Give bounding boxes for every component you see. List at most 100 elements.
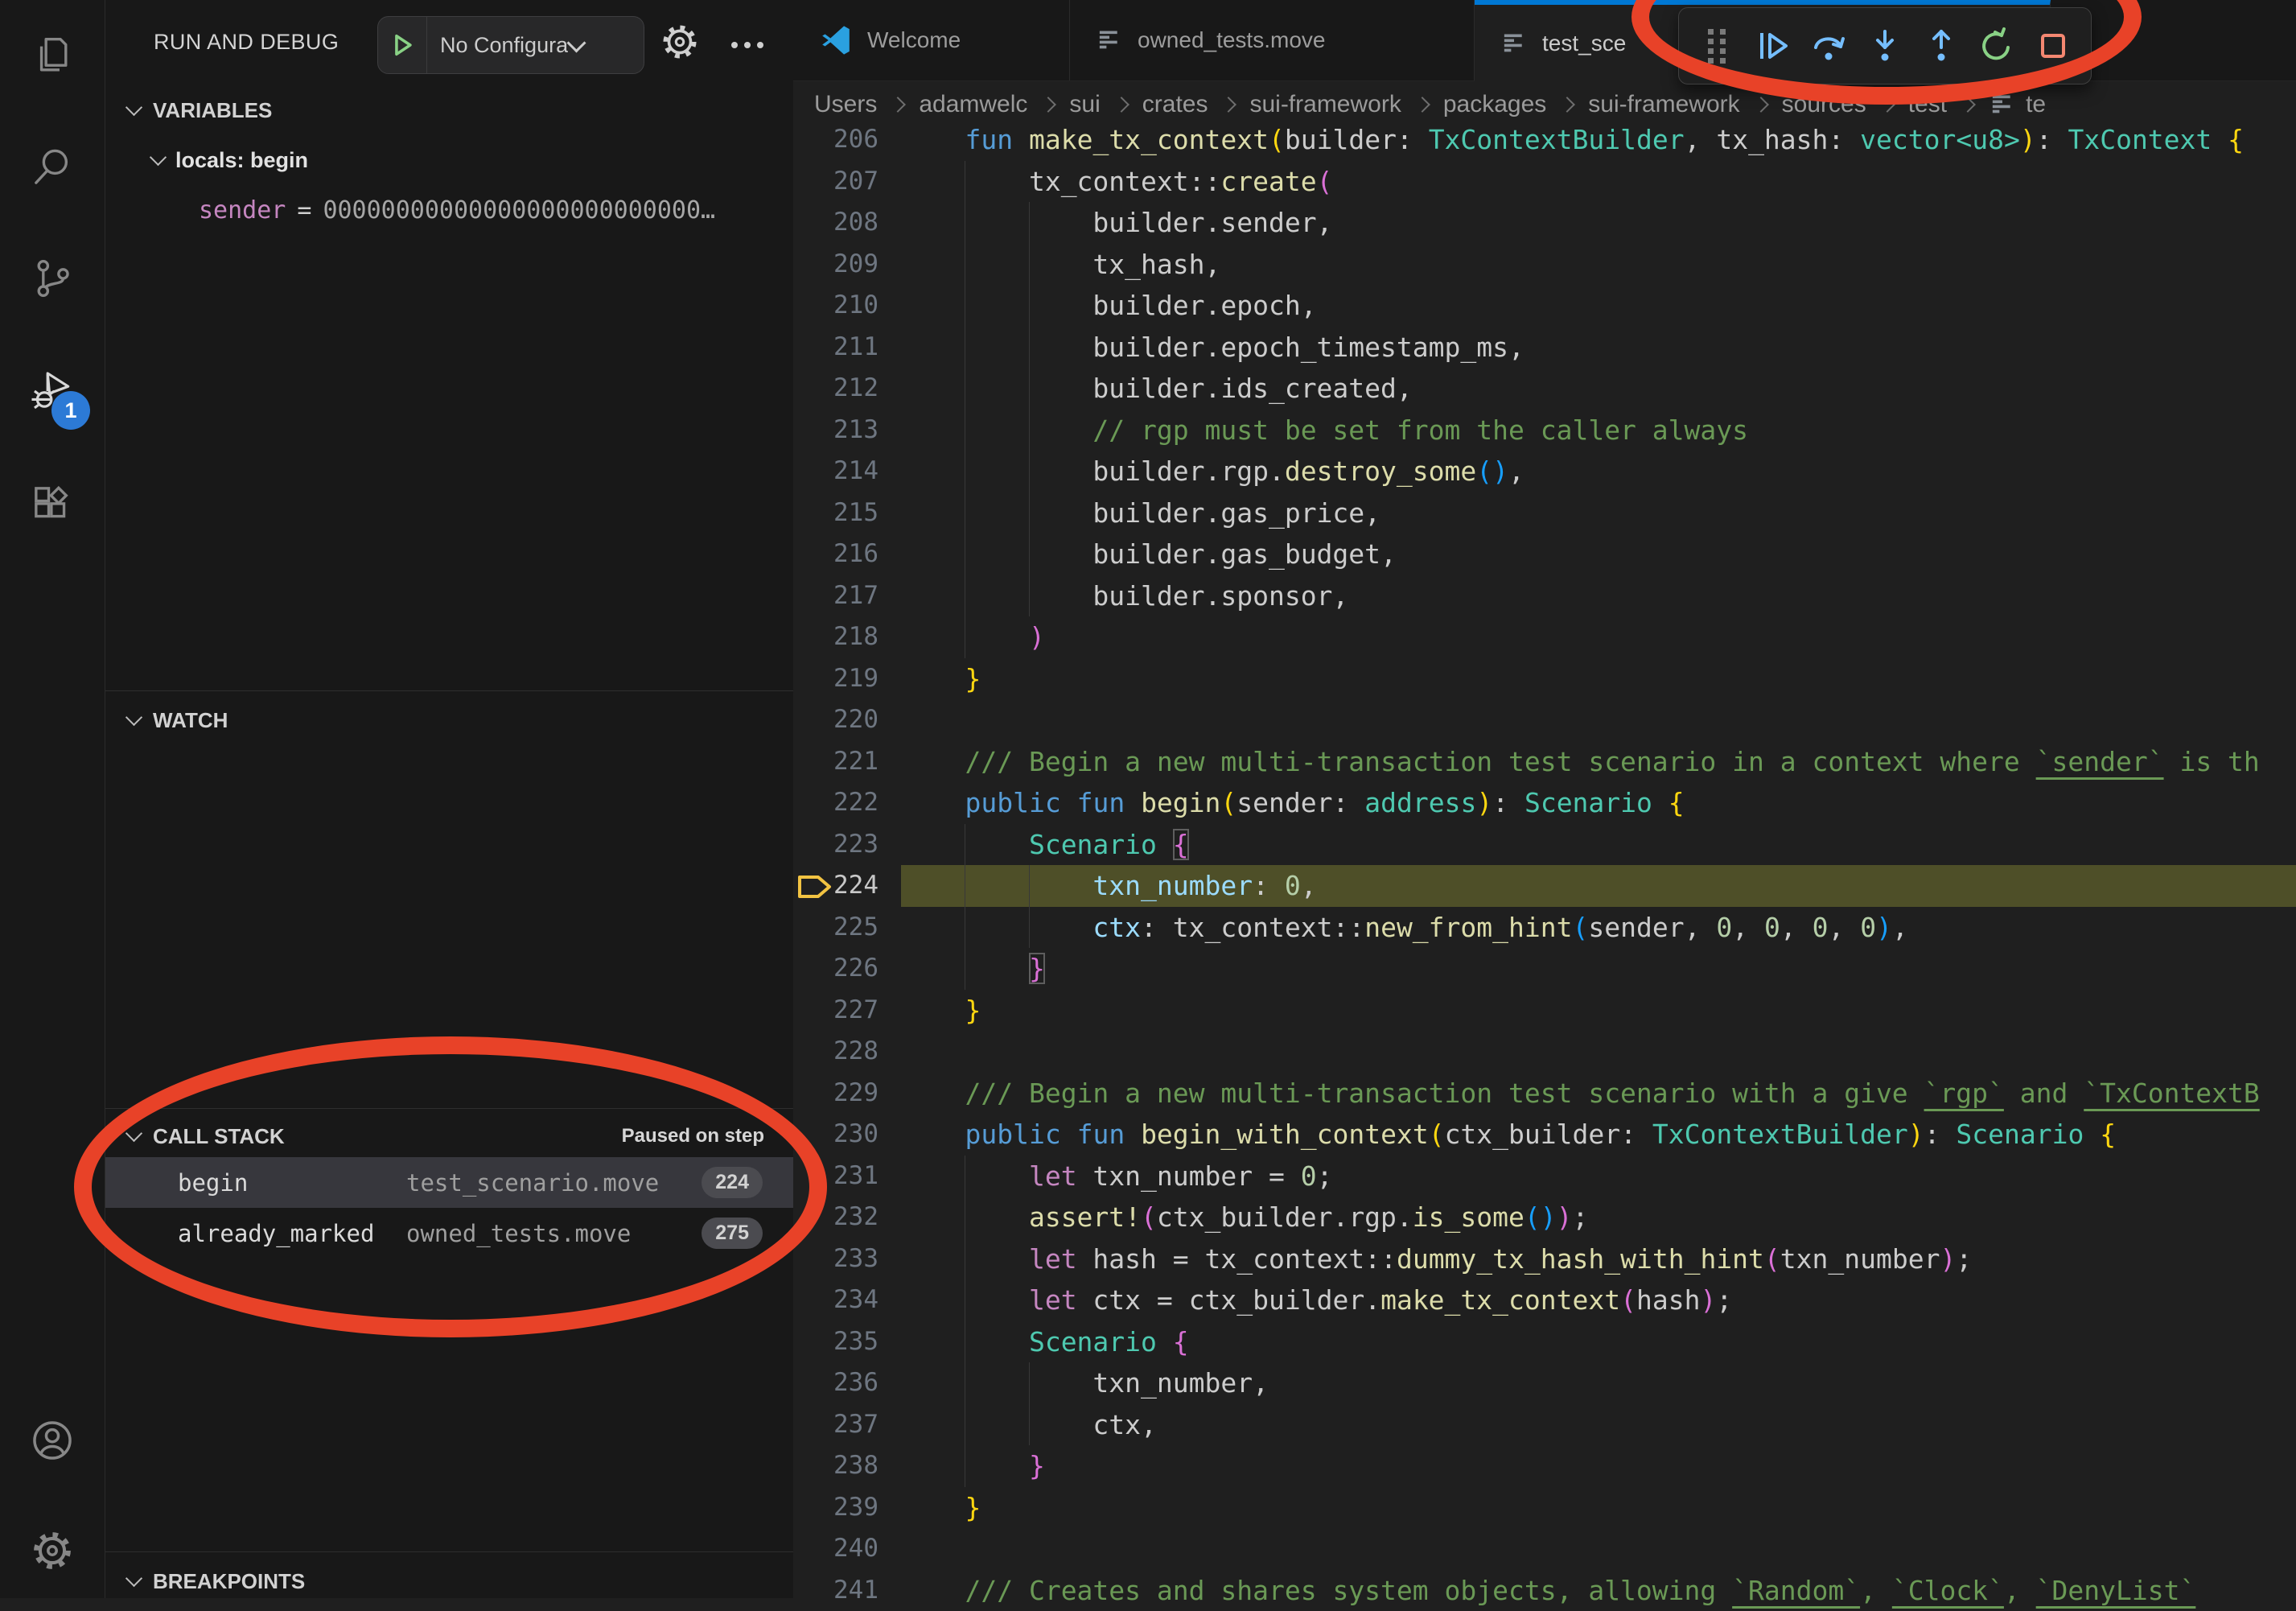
code-line[interactable]: 221 /// Begin a new multi-transaction te… bbox=[793, 741, 2296, 783]
line-number[interactable]: 210 bbox=[806, 285, 878, 327]
code-line[interactable]: 232 assert!(ctx_builder.rgp.is_some()); bbox=[793, 1197, 2296, 1238]
line-number[interactable]: 238 bbox=[806, 1445, 878, 1487]
code-line[interactable]: 212 builder.ids_created, bbox=[793, 368, 2296, 410]
line-number[interactable]: 225 bbox=[806, 907, 878, 949]
line-number[interactable]: 208 bbox=[806, 202, 878, 244]
line-number[interactable]: 232 bbox=[806, 1197, 878, 1238]
line-number[interactable]: 239 bbox=[806, 1487, 878, 1529]
line-number[interactable]: 236 bbox=[806, 1362, 878, 1404]
breadcrumb-item[interactable]: adamwelc bbox=[919, 91, 1027, 118]
code-line[interactable]: 223 Scenario { bbox=[793, 824, 2296, 866]
breadcrumb-item[interactable]: sources bbox=[1782, 91, 1866, 118]
code-line[interactable]: 225 ctx: tx_context::new_from_hint(sende… bbox=[793, 907, 2296, 949]
code-line[interactable]: 230 public fun begin_with_context(ctx_bu… bbox=[793, 1114, 2296, 1156]
continue-button[interactable] bbox=[1745, 17, 1801, 75]
line-number[interactable]: 235 bbox=[806, 1321, 878, 1363]
code-line[interactable]: 227 } bbox=[793, 990, 2296, 1032]
section-watch[interactable]: WATCH bbox=[105, 698, 793, 742]
code-line[interactable]: 238 } bbox=[793, 1445, 2296, 1487]
line-number[interactable]: 216 bbox=[806, 534, 878, 575]
line-number[interactable]: 214 bbox=[806, 451, 878, 492]
code-line[interactable]: 219 } bbox=[793, 658, 2296, 700]
more-actions-button[interactable] bbox=[723, 21, 772, 69]
sidebar-item-run-and-debug[interactable] bbox=[0, 346, 105, 436]
line-number[interactable]: 237 bbox=[806, 1404, 878, 1446]
breadcrumb-item[interactable]: sui bbox=[1069, 91, 1100, 118]
breadcrumb-file[interactable]: te bbox=[1989, 91, 2046, 118]
line-number[interactable]: 217 bbox=[806, 575, 878, 617]
breadcrumb-item[interactable]: crates bbox=[1142, 91, 1208, 118]
stack-frame[interactable]: already_markedowned_tests.move275 bbox=[105, 1208, 793, 1259]
start-debug-button[interactable] bbox=[378, 17, 427, 73]
line-number[interactable]: 241 bbox=[806, 1570, 878, 1611]
code-line[interactable]: 208 builder.sender, bbox=[793, 202, 2296, 244]
sidebar-item-extensions[interactable] bbox=[0, 459, 105, 550]
sidebar-item-explorer[interactable] bbox=[0, 11, 105, 101]
stack-frame[interactable]: begintest_scenario.move224 bbox=[105, 1157, 793, 1208]
code-line[interactable]: 209 tx_hash, bbox=[793, 244, 2296, 286]
line-number[interactable]: 231 bbox=[806, 1156, 878, 1197]
code-line[interactable]: 237 ctx, bbox=[793, 1404, 2296, 1446]
line-number[interactable]: 215 bbox=[806, 492, 878, 534]
line-number[interactable]: 234 bbox=[806, 1279, 878, 1321]
line-number[interactable]: 221 bbox=[806, 741, 878, 783]
line-number[interactable]: 233 bbox=[806, 1238, 878, 1280]
sidebar-item-source-control[interactable] bbox=[0, 233, 105, 323]
line-number[interactable]: 240 bbox=[806, 1528, 878, 1570]
step-over-button[interactable] bbox=[1800, 17, 1857, 75]
debug-config-picker[interactable]: No Configura bbox=[377, 16, 644, 74]
code-line[interactable]: 234 let ctx = ctx_builder.make_tx_contex… bbox=[793, 1279, 2296, 1321]
restart-button[interactable] bbox=[1969, 17, 2026, 75]
line-number[interactable]: 213 bbox=[806, 410, 878, 451]
line-number[interactable]: 226 bbox=[806, 948, 878, 990]
code-line[interactable]: 226 } bbox=[793, 948, 2296, 990]
code-editor[interactable]: 206 fun make_tx_context(builder: TxConte… bbox=[793, 119, 2296, 1611]
section-variables[interactable]: VARIABLES bbox=[105, 89, 793, 132]
stop-button[interactable] bbox=[2025, 17, 2081, 75]
code-line[interactable]: 229 /// Begin a new multi-transaction te… bbox=[793, 1073, 2296, 1115]
breadcrumb-item[interactable]: test bbox=[1908, 91, 1947, 118]
code-line[interactable]: 220 bbox=[793, 699, 2296, 741]
code-line[interactable]: 240 bbox=[793, 1528, 2296, 1570]
code-line[interactable]: 213 // rgp must be set from the caller a… bbox=[793, 410, 2296, 451]
variable-row[interactable]: sender = 00000000000000000000000000… bbox=[199, 188, 715, 232]
code-line[interactable]: 241 /// Creates and shares system object… bbox=[793, 1570, 2296, 1611]
code-line[interactable]: 224 txn_number: 0, bbox=[793, 865, 2296, 907]
code-line[interactable]: 222 public fun begin(sender: address): S… bbox=[793, 782, 2296, 824]
code-line[interactable]: 235 Scenario { bbox=[793, 1321, 2296, 1363]
code-line[interactable]: 218 ) bbox=[793, 616, 2296, 658]
line-number[interactable]: 212 bbox=[806, 368, 878, 410]
line-number[interactable]: 228 bbox=[806, 1031, 878, 1073]
line-number[interactable]: 207 bbox=[806, 161, 878, 203]
line-number[interactable]: 209 bbox=[806, 244, 878, 286]
settings-button[interactable] bbox=[0, 1506, 105, 1596]
drag-grip-icon[interactable] bbox=[1689, 17, 1745, 75]
breadcrumb-item[interactable]: Users bbox=[814, 91, 877, 118]
code-line[interactable]: 210 builder.epoch, bbox=[793, 285, 2296, 327]
code-line[interactable]: 236 txn_number, bbox=[793, 1362, 2296, 1404]
code-line[interactable]: 207 tx_context::create( bbox=[793, 161, 2296, 203]
line-number[interactable]: 218 bbox=[806, 616, 878, 658]
code-line[interactable]: 214 builder.rgp.destroy_some(), bbox=[793, 451, 2296, 492]
line-number[interactable]: 223 bbox=[806, 824, 878, 866]
section-breakpoints[interactable]: BREAKPOINTS bbox=[105, 1559, 793, 1603]
step-into-button[interactable] bbox=[1857, 17, 1913, 75]
code-line[interactable]: 233 let hash = tx_context::dummy_tx_hash… bbox=[793, 1238, 2296, 1280]
section-call-stack[interactable]: CALL STACK Paused on step bbox=[105, 1115, 793, 1158]
step-out-button[interactable] bbox=[1913, 17, 1969, 75]
code-line[interactable]: 211 builder.epoch_timestamp_ms, bbox=[793, 327, 2296, 369]
line-number[interactable]: 219 bbox=[806, 658, 878, 700]
code-line[interactable]: 239 } bbox=[793, 1487, 2296, 1529]
sidebar-item-search[interactable] bbox=[0, 122, 105, 212]
tab-Welcome[interactable]: Welcome bbox=[793, 0, 1070, 80]
line-number[interactable]: 227 bbox=[806, 990, 878, 1032]
code-line[interactable]: 215 builder.gas_price, bbox=[793, 492, 2296, 534]
line-number[interactable]: 220 bbox=[806, 699, 878, 741]
breadcrumb-item[interactable]: packages bbox=[1443, 91, 1546, 118]
code-line[interactable]: 231 let txn_number = 0; bbox=[793, 1156, 2296, 1197]
tab-owned_tests.move[interactable]: owned_tests.move bbox=[1070, 0, 1475, 80]
debug-settings-button[interactable] bbox=[659, 21, 701, 63]
account-button[interactable] bbox=[0, 1395, 105, 1485]
line-number[interactable]: 211 bbox=[806, 327, 878, 369]
line-number[interactable]: 229 bbox=[806, 1073, 878, 1115]
